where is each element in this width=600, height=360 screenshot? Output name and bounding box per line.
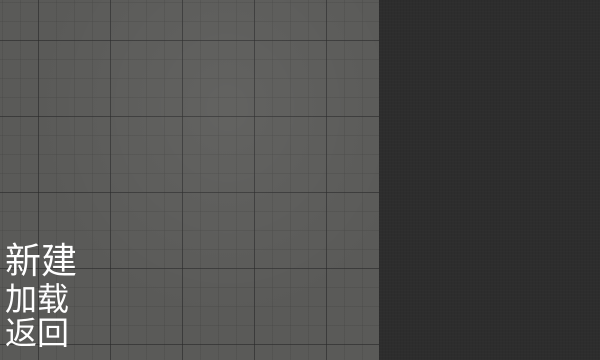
side-panel [379, 0, 600, 360]
menu-item-new[interactable]: 新建 [5, 244, 77, 282]
menu-item-load[interactable]: 加载 [5, 283, 77, 317]
menu-item-back[interactable]: 返回 [5, 317, 77, 351]
game-screen: 新建 加载 返回 [0, 0, 600, 360]
main-menu: 新建 加载 返回 [5, 244, 77, 351]
